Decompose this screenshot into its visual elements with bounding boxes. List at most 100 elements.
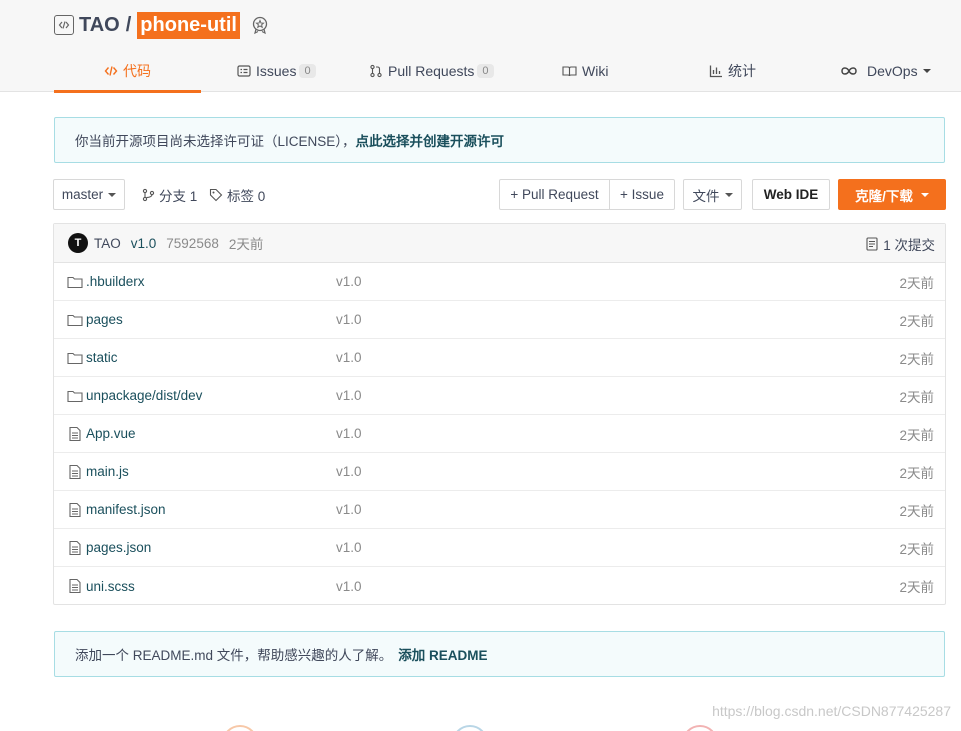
issues-icon — [237, 64, 251, 78]
file-icon — [67, 578, 83, 594]
file-commit-time: 2天前 — [899, 541, 934, 557]
tab-stats-label: 统计 — [728, 63, 756, 79]
table-row[interactable]: .hbuilderx v1.0 2天前 — [54, 263, 945, 301]
commit-author[interactable]: TAO — [94, 236, 121, 251]
table-row[interactable]: static v1.0 2天前 — [54, 339, 945, 377]
decorative-circle — [452, 725, 488, 731]
file-name-link[interactable]: uni.scss — [86, 579, 135, 594]
file-name-link[interactable]: main.js — [86, 464, 129, 479]
tab-issues-label: Issues — [256, 63, 297, 79]
table-row[interactable]: manifest.json v1.0 2天前 — [54, 491, 945, 529]
file-commit-message[interactable]: v1.0 — [336, 350, 362, 365]
award-icon[interactable] — [250, 15, 270, 35]
file-name-link[interactable]: .hbuilderx — [86, 274, 145, 289]
new-issue-label: + Issue — [620, 187, 664, 202]
file-commit-message[interactable]: v1.0 — [336, 426, 362, 441]
tab-stats[interactable]: 统计 — [709, 50, 756, 92]
commit-sha[interactable]: 7592568 — [166, 236, 219, 251]
add-readme-link[interactable]: 添加 README — [398, 644, 487, 664]
commit-count-link[interactable]: 1 次提交 — [866, 224, 935, 263]
new-pull-request-button[interactable]: + Pull Request — [499, 179, 610, 210]
tab-devops[interactable]: DevOps — [840, 50, 931, 92]
file-name-link[interactable]: pages — [86, 312, 123, 327]
license-notice-text: 你当前开源项目尚未选择许可证（LICENSE）， — [75, 134, 356, 149]
file-commit-time: 2天前 — [899, 351, 934, 367]
repo-icon — [54, 15, 74, 35]
repo-tabs: 代码 Issues 0 Pull Requests 0 Wiki 统计 DevO… — [54, 50, 961, 93]
repo-owner-link[interactable]: TAO — [79, 14, 120, 37]
chevron-down-icon — [920, 192, 929, 197]
file-commit-message[interactable]: v1.0 — [336, 388, 362, 403]
table-row[interactable]: main.js v1.0 2天前 — [54, 453, 945, 491]
file-commit-message[interactable]: v1.0 — [336, 312, 362, 327]
file-commit-time: 2天前 — [899, 427, 934, 443]
latest-commit-bar: T TAO v1.0 7592568 2天前 1 次提交 — [54, 224, 945, 263]
tab-wiki[interactable]: Wiki — [562, 50, 608, 92]
avatar[interactable]: T — [68, 233, 88, 253]
folder-icon — [67, 350, 83, 366]
tab-code-label: 代码 — [123, 63, 151, 79]
clone-download-button[interactable]: 克隆/下载 — [838, 179, 946, 210]
readme-notice-text: 添加一个 README.md 文件，帮助感兴趣的人了解。 — [75, 648, 393, 663]
repo-title: TAO / phone-util — [54, 10, 270, 40]
branches-label: 分支 1 — [159, 189, 198, 204]
table-row[interactable]: App.vue v1.0 2天前 — [54, 415, 945, 453]
watermark-text: https://blog.csdn.net/CSDN877425287 — [712, 703, 951, 719]
file-commit-time: 2天前 — [899, 580, 934, 595]
issues-count-badge: 0 — [299, 64, 316, 78]
file-menu-button[interactable]: 文件 — [683, 179, 742, 210]
file-commit-message[interactable]: v1.0 — [336, 502, 362, 517]
web-ide-button[interactable]: Web IDE — [752, 179, 830, 210]
branch-select-label: master — [61, 187, 104, 202]
file-menu-label: 文件 — [692, 188, 720, 204]
file-icon — [67, 464, 83, 480]
branches-link[interactable]: 分支 1 — [142, 184, 197, 206]
folder-icon — [67, 388, 83, 404]
wiki-icon — [562, 64, 577, 78]
tab-code[interactable]: 代码 — [104, 50, 151, 92]
chevron-down-icon — [724, 192, 733, 197]
create-license-link[interactable]: 点此选择并创建开源许可 — [356, 130, 505, 150]
file-commit-message[interactable]: v1.0 — [336, 579, 362, 594]
tab-devops-label: DevOps — [867, 63, 918, 79]
file-commit-time: 2天前 — [899, 275, 934, 291]
file-commit-message[interactable]: v1.0 — [336, 464, 362, 479]
file-icon — [67, 540, 83, 556]
tags-link[interactable]: 标签 0 — [209, 184, 265, 206]
branch-select[interactable]: master — [53, 179, 125, 210]
readme-notice: 添加一个 README.md 文件，帮助感兴趣的人了解。 添加 README — [54, 631, 945, 677]
commit-message[interactable]: v1.0 — [131, 236, 157, 251]
tag-icon — [209, 188, 223, 202]
license-notice: 你当前开源项目尚未选择许可证（LICENSE）， 点此选择并创建开源许可 — [54, 117, 945, 163]
folder-icon — [67, 312, 83, 328]
file-name-link[interactable]: App.vue — [86, 426, 136, 441]
file-commit-message[interactable]: v1.0 — [336, 540, 362, 555]
file-icon — [67, 426, 83, 442]
repo-name-link[interactable]: phone-util — [137, 11, 240, 39]
decorative-circle — [682, 725, 718, 731]
table-row[interactable]: pages.json v1.0 2天前 — [54, 529, 945, 567]
branch-icon — [142, 188, 155, 202]
table-row[interactable]: unpackage/dist/dev v1.0 2天前 — [54, 377, 945, 415]
tags-label: 标签 0 — [227, 189, 266, 204]
file-commit-time: 2天前 — [899, 465, 934, 481]
file-name-link[interactable]: static — [86, 350, 118, 365]
repo-header: TAO / phone-util 代码 Issues 0 Pull Reques… — [0, 0, 961, 93]
table-row[interactable]: pages v1.0 2天前 — [54, 301, 945, 339]
tab-wiki-label: Wiki — [582, 63, 609, 79]
file-name-link[interactable]: unpackage/dist/dev — [86, 388, 202, 403]
new-pull-request-label: + Pull Request — [510, 187, 599, 202]
new-issue-button[interactable]: + Issue — [609, 179, 675, 210]
file-commit-time: 2天前 — [899, 503, 934, 519]
tab-issues[interactable]: Issues 0 — [237, 50, 316, 92]
repo-separator: / — [125, 13, 132, 36]
tab-pull-requests-label: Pull Requests — [388, 63, 475, 79]
file-name-link[interactable]: manifest.json — [86, 502, 166, 517]
decorative-circle — [222, 725, 258, 731]
file-name-link[interactable]: pages.json — [86, 540, 151, 555]
table-row[interactable]: uni.scss v1.0 2天前 — [54, 567, 945, 605]
devops-icon — [840, 65, 858, 77]
file-commit-message[interactable]: v1.0 — [336, 274, 362, 289]
code-icon — [104, 64, 118, 78]
tab-pull-requests[interactable]: Pull Requests 0 — [369, 50, 494, 92]
